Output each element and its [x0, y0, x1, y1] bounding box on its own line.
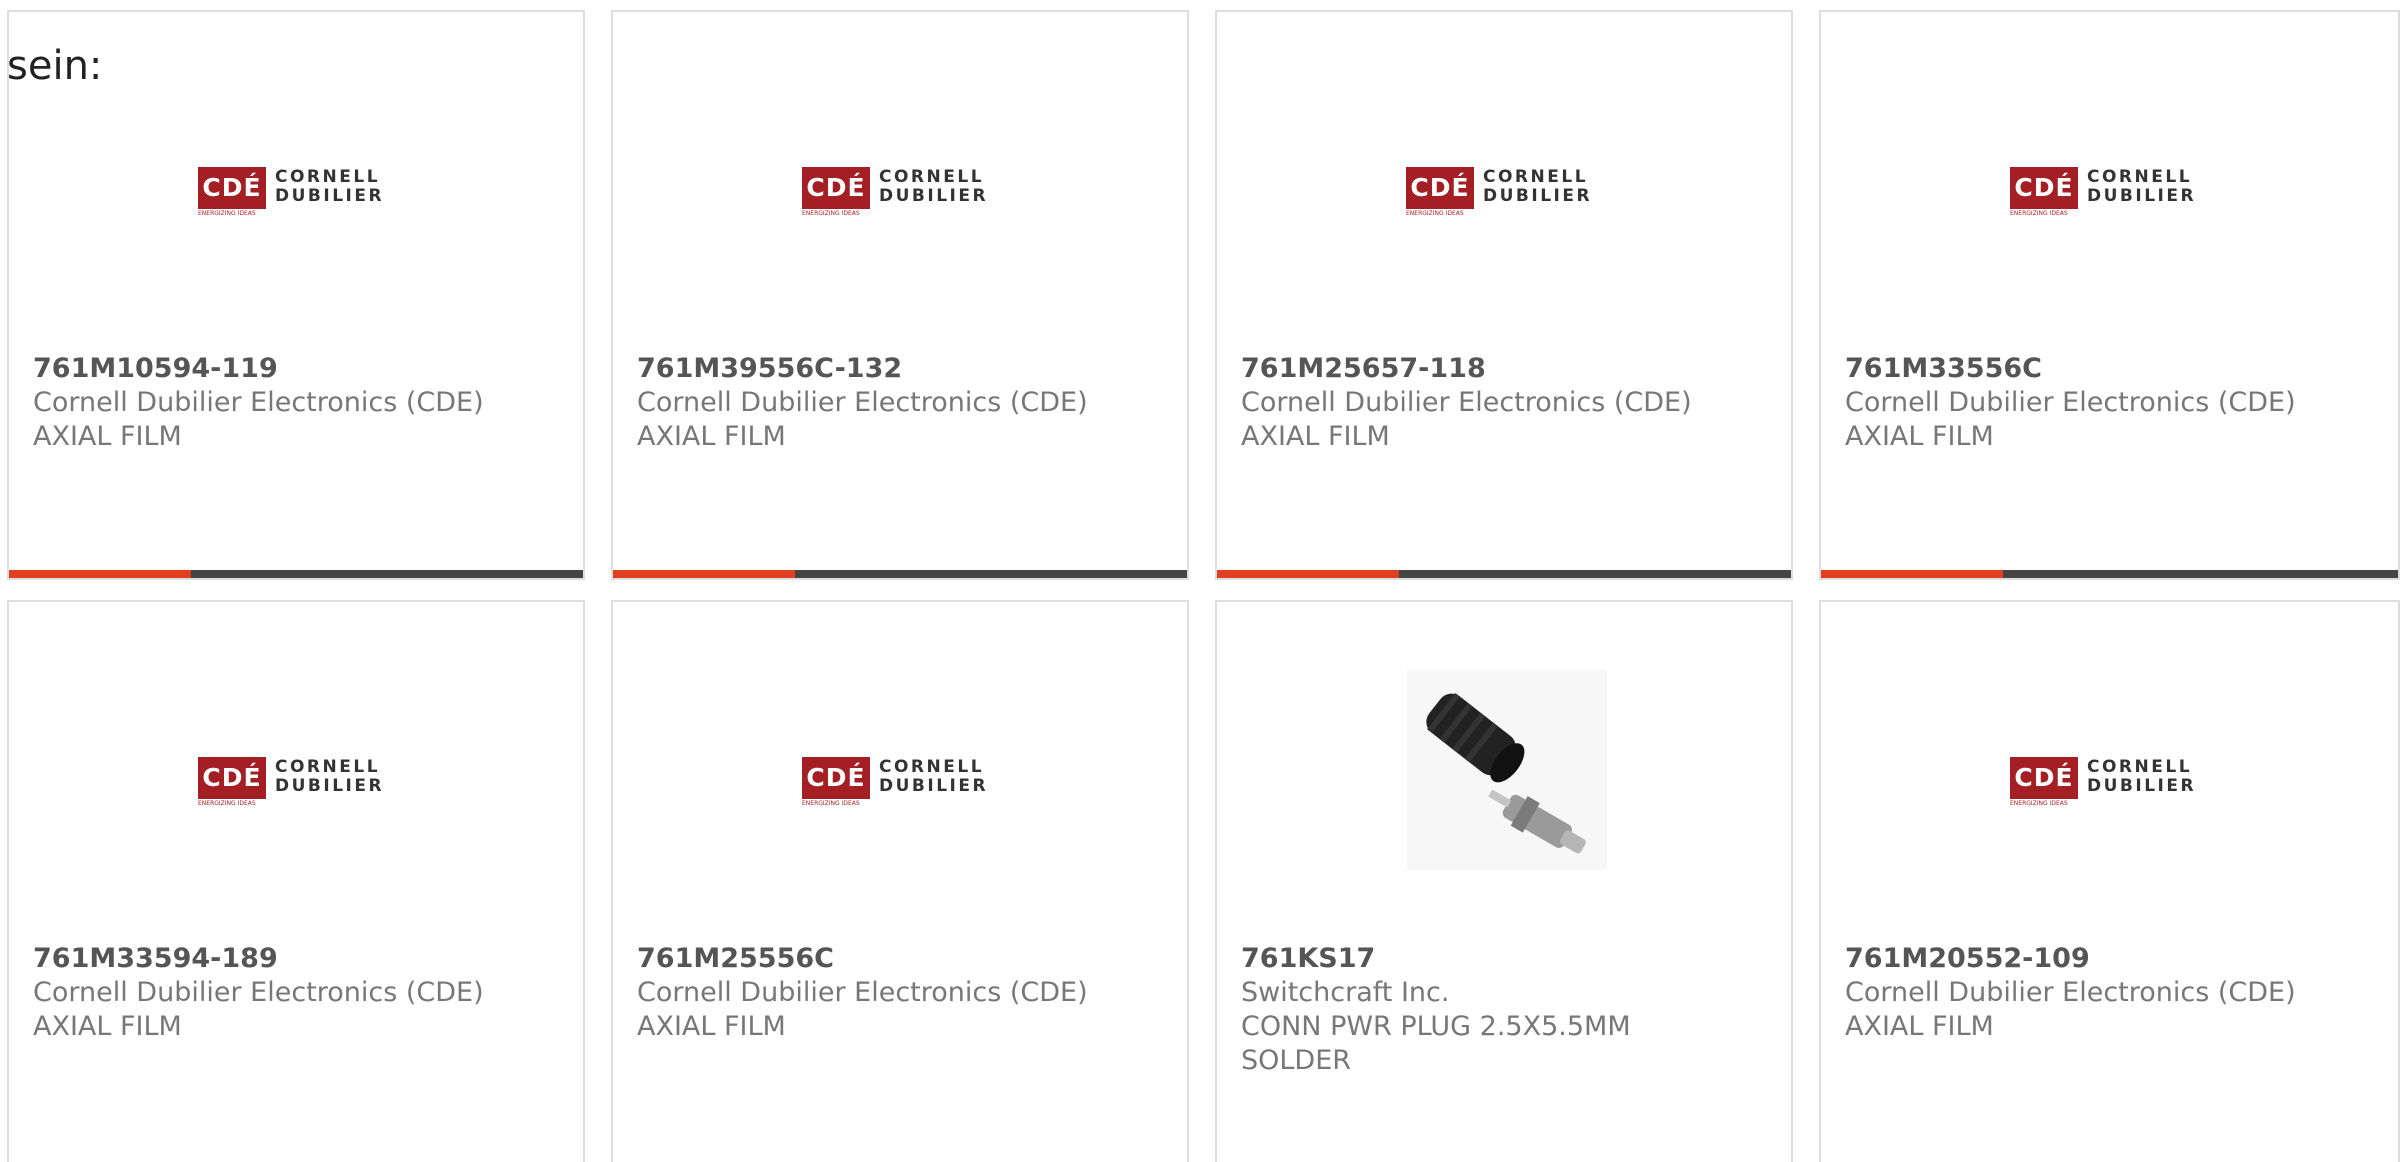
cde-logo-word: DUBILIER [275, 776, 385, 796]
card-accent-bar [9, 570, 191, 578]
intro-text: sein: [7, 43, 103, 89]
manufacturer-name: Cornell Dubilier Electronics (CDE) [33, 387, 484, 418]
cde-logo-word: DUBILIER [2087, 776, 2197, 796]
product-card[interactable]: CDÉ ENERGIZING IDEAS CORNELL DUBILIER 76… [611, 600, 1189, 1162]
product-description: AXIAL FILM [637, 1011, 786, 1042]
product-description: AXIAL FILM [637, 421, 786, 452]
product-card[interactable]: CDÉ ENERGIZING IDEAS CORNELL DUBILIER 76… [7, 600, 585, 1162]
cde-logo: CDÉ ENERGIZING IDEAS CORNELL DUBILIER [198, 154, 403, 220]
cde-logo-mark: CDÉ [2010, 757, 2078, 799]
cde-logo-word: DUBILIER [879, 186, 989, 206]
manufacturer-name: Cornell Dubilier Electronics (CDE) [1845, 977, 2296, 1008]
card-bottom-bar [613, 570, 1187, 578]
product-grid-page: sein: CDÉ ENERGIZING IDEAS CORNELL DUBIL… [0, 0, 2400, 1162]
cde-logo-tagline: ENERGIZING IDEAS [198, 800, 256, 807]
cde-logo-mark: CDÉ [198, 757, 266, 799]
cde-logo-word: DUBILIER [2087, 186, 2197, 206]
cde-logo-word: CORNELL [1483, 167, 1589, 187]
cde-logo: CDÉ ENERGIZING IDEAS CORNELL DUBILIER [802, 744, 1007, 810]
part-number-link[interactable]: 761M25556C [637, 942, 834, 976]
part-number-link[interactable]: 761M39556C-132 [637, 352, 902, 386]
cde-logo-mark: CDÉ [802, 757, 870, 799]
product-card[interactable]: CDÉ ENERGIZING IDEAS CORNELL DUBILIER 76… [1819, 600, 2400, 1162]
cde-logo-mark: CDÉ [802, 167, 870, 209]
card-accent-bar [1217, 570, 1399, 578]
product-description: AXIAL FILM [1845, 421, 1994, 452]
part-number-link[interactable]: 761KS17 [1241, 942, 1375, 976]
cde-logo-tagline: ENERGIZING IDEAS [802, 800, 860, 807]
product-card[interactable]: CDÉ ENERGIZING IDEAS CORNELL DUBILIER 76… [611, 10, 1189, 580]
part-number-link[interactable]: 761M25657-118 [1241, 352, 1486, 386]
product-description: AXIAL FILM [33, 421, 182, 452]
product-card[interactable]: CDÉ ENERGIZING IDEAS CORNELL DUBILIER 76… [1215, 10, 1793, 580]
cde-logo-word: DUBILIER [1483, 186, 1593, 206]
cde-logo: CDÉ ENERGIZING IDEAS CORNELL DUBILIER [802, 154, 1007, 220]
cde-logo-word: CORNELL [879, 757, 985, 777]
card-accent-bar [1821, 570, 2003, 578]
power-plug-photo [1407, 670, 1607, 870]
manufacturer-name: Switchcraft Inc. [1241, 977, 1450, 1008]
cde-logo-tagline: ENERGIZING IDEAS [2010, 210, 2068, 217]
cde-logo-mark: CDÉ [198, 167, 266, 209]
part-number-link[interactable]: 761M10594-119 [33, 352, 278, 386]
card-bottom-bar [9, 570, 583, 578]
product-description: AXIAL FILM [33, 1011, 182, 1042]
cde-logo: CDÉ ENERGIZING IDEAS CORNELL DUBILIER [198, 744, 403, 810]
cde-logo: CDÉ ENERGIZING IDEAS CORNELL DUBILIER [1406, 154, 1611, 220]
product-card[interactable]: CDÉ ENERGIZING IDEAS CORNELL DUBILIER 76… [1819, 10, 2400, 580]
cde-logo-word: CORNELL [2087, 167, 2193, 187]
manufacturer-name: Cornell Dubilier Electronics (CDE) [637, 387, 1088, 418]
cde-logo-word: CORNELL [2087, 757, 2193, 777]
cde-logo-word: CORNELL [275, 167, 381, 187]
cde-logo-tagline: ENERGIZING IDEAS [198, 210, 256, 217]
manufacturer-name: Cornell Dubilier Electronics (CDE) [1845, 387, 2296, 418]
product-description: CONN PWR PLUG 2.5X5.5MM SOLDER [1241, 1011, 1631, 1076]
cde-logo-tagline: ENERGIZING IDEAS [802, 210, 860, 217]
cde-logo-mark: CDÉ [2010, 167, 2078, 209]
manufacturer-name: Cornell Dubilier Electronics (CDE) [33, 977, 484, 1008]
cde-logo-tagline: ENERGIZING IDEAS [1406, 210, 1464, 217]
cde-logo-word: DUBILIER [879, 776, 989, 796]
card-bottom-bar [1217, 570, 1791, 578]
manufacturer-name: Cornell Dubilier Electronics (CDE) [1241, 387, 1692, 418]
cde-logo: CDÉ ENERGIZING IDEAS CORNELL DUBILIER [2010, 744, 2215, 810]
part-number-link[interactable]: 761M33556C [1845, 352, 2042, 386]
product-description: AXIAL FILM [1845, 1011, 1994, 1042]
cde-logo: CDÉ ENERGIZING IDEAS CORNELL DUBILIER [2010, 154, 2215, 220]
cde-logo-word: CORNELL [879, 167, 985, 187]
card-accent-bar [613, 570, 795, 578]
card-bottom-bar [1821, 570, 2398, 578]
product-card[interactable]: 761KS17 Switchcraft Inc. CONN PWR PLUG 2… [1215, 600, 1793, 1162]
cde-logo-mark: CDÉ [1406, 167, 1474, 209]
manufacturer-name: Cornell Dubilier Electronics (CDE) [637, 977, 1088, 1008]
product-card[interactable]: CDÉ ENERGIZING IDEAS CORNELL DUBILIER 76… [7, 10, 585, 580]
cde-logo-word: DUBILIER [275, 186, 385, 206]
product-description: AXIAL FILM [1241, 421, 1390, 452]
cde-logo-tagline: ENERGIZING IDEAS [2010, 800, 2068, 807]
cde-logo-word: CORNELL [275, 757, 381, 777]
part-number-link[interactable]: 761M20552-109 [1845, 942, 2090, 976]
part-number-link[interactable]: 761M33594-189 [33, 942, 278, 976]
